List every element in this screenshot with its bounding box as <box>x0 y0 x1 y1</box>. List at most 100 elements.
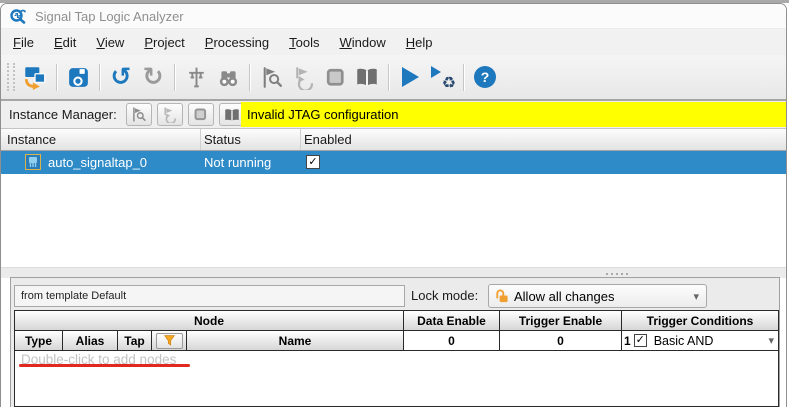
column-header-alias[interactable]: Alias <box>63 331 118 350</box>
open-padlock-icon <box>494 288 509 304</box>
trigger-condition-dropdown[interactable]: Basic AND ▾ <box>650 334 778 348</box>
compile-play-icon <box>431 66 441 78</box>
find-button[interactable] <box>213 62 243 92</box>
toolbar-separator <box>463 64 464 91</box>
menu-project[interactable]: Project <box>136 32 192 53</box>
run-analysis-button[interactable] <box>256 62 286 92</box>
instance-enabled-checkbox[interactable]: ✓ <box>306 155 320 169</box>
node-table-sub-header-row: Type Alias Tap Name 0 0 1 ✓ <box>15 331 778 351</box>
undo-icon: ↺ <box>111 65 132 90</box>
run-analysis-icon <box>130 106 147 123</box>
splitter-grip-icon <box>606 273 628 275</box>
check-icon: ✓ <box>636 335 645 346</box>
column-header-data-enable[interactable]: Data Enable <box>404 311 500 330</box>
template-info-box: from template Default <box>14 285 405 307</box>
trigger-condition-value: Basic AND <box>654 334 714 348</box>
help-question-glyph: ? <box>481 69 490 85</box>
lock-mode-value: Allow all changes <box>514 289 614 304</box>
stop-analysis-icon <box>192 106 209 123</box>
instance-manager-bar: Instance Manager: <box>1 101 786 129</box>
add-tap-icon <box>184 65 209 90</box>
read-data-button[interactable] <box>352 62 382 92</box>
instance-table-header: Instance Status Enabled <box>1 129 786 151</box>
column-header-enabled[interactable]: Enabled <box>304 129 352 150</box>
node-list-area[interactable]: Double-click to add nodes <box>15 351 778 406</box>
im-run-analysis-button[interactable] <box>126 103 152 126</box>
save-icon <box>66 65 91 90</box>
menu-help[interactable]: Help <box>398 32 441 53</box>
im-stop-analysis-button[interactable] <box>188 103 214 126</box>
group-header-node: Node <box>15 311 404 330</box>
column-header-tap[interactable]: Tap <box>118 331 152 350</box>
menu-window[interactable]: Window <box>331 32 393 53</box>
chevron-down-icon: ▾ <box>768 334 778 347</box>
lock-mode-dropdown[interactable]: Allow all changes ▾ <box>488 284 707 308</box>
main-toolbar: ↺ ↻ <box>1 55 786 101</box>
menu-tools[interactable]: Tools <box>281 32 327 53</box>
jtag-status-banner: Invalid JTAG configuration <box>241 102 786 127</box>
signal-tap-app-icon <box>9 7 27 25</box>
window-title: Signal Tap Logic Analyzer <box>35 9 184 24</box>
column-divider <box>300 129 301 150</box>
jtag-status-message: Invalid JTAG configuration <box>247 107 399 122</box>
column-header-trigger-conditions[interactable]: Trigger Conditions <box>622 311 778 330</box>
help-icon: ? <box>474 66 496 88</box>
save-button[interactable] <box>63 62 93 92</box>
play-icon <box>402 67 419 87</box>
stop-analysis-button[interactable] <box>320 62 350 92</box>
lock-mode-label: Lock mode: <box>411 288 478 303</box>
toolbar-grip-handle[interactable] <box>7 63 15 91</box>
instance-name: auto_signaltap_0 <box>48 151 147 174</box>
autorun-analysis-icon <box>161 106 178 123</box>
node-table-group-header-row: Node Data Enable Trigger Enable Trigger … <box>15 311 778 331</box>
signaltap-instance-icon <box>25 154 41 170</box>
title-bar: Signal Tap Logic Analyzer <box>1 4 786 29</box>
undo-button[interactable]: ↺ <box>106 62 136 92</box>
filter-cell <box>152 331 187 350</box>
read-data-book-icon <box>223 106 241 124</box>
menu-view[interactable]: View <box>88 32 132 53</box>
redo-icon: ↻ <box>143 65 164 90</box>
column-header-name[interactable]: Name <box>187 331 404 350</box>
im-autorun-analysis-button[interactable] <box>157 103 183 126</box>
setup-panel: from template Default Lock mode: Allow a… <box>10 277 780 407</box>
start-compilation-button[interactable]: ♻ <box>427 62 457 92</box>
menu-file[interactable]: File <box>5 32 42 53</box>
new-instance-button[interactable] <box>20 62 50 92</box>
column-header-instance[interactable]: Instance <box>7 129 56 150</box>
instance-status: Not running <box>204 151 271 174</box>
filter-funnel-icon <box>163 334 176 347</box>
autorun-analysis-button[interactable] <box>288 62 318 92</box>
redo-button[interactable]: ↻ <box>138 62 168 92</box>
toolbar-separator <box>174 64 175 91</box>
menu-bar: File Edit View Project Processing Tools … <box>1 29 786 55</box>
toolbar-separator <box>388 64 389 91</box>
filter-button[interactable] <box>156 333 183 349</box>
autorun-analysis-icon <box>291 65 316 90</box>
column-header-status[interactable]: Status <box>204 129 241 150</box>
add-tap-button[interactable] <box>181 62 211 92</box>
signal-tap-window: Signal Tap Logic Analyzer File Edit View… <box>0 3 787 407</box>
chevron-down-icon: ▾ <box>693 290 699 303</box>
help-button[interactable]: ? <box>470 62 500 92</box>
trigger-condition-checkbox[interactable]: ✓ <box>634 334 647 347</box>
instance-row-selected[interactable]: auto_signaltap_0 Not running ✓ <box>1 151 786 174</box>
trigger-condition-count: 1 <box>624 334 631 348</box>
new-instance-icon <box>22 64 48 90</box>
run-analysis-icon <box>259 65 284 90</box>
menu-edit[interactable]: Edit <box>46 32 84 53</box>
menu-processing[interactable]: Processing <box>197 32 277 53</box>
recycle-icon: ♻ <box>442 73 456 93</box>
instance-manager-label: Instance Manager: <box>9 107 117 122</box>
toolbar-separator <box>99 64 100 91</box>
toolbar-separator <box>56 64 57 91</box>
red-underline-annotation <box>19 364 190 367</box>
read-data-book-icon <box>354 64 380 90</box>
column-divider <box>200 129 201 150</box>
column-header-trigger-enable[interactable]: Trigger Enable <box>500 311 622 330</box>
data-enable-count: 0 <box>404 331 500 350</box>
node-table: Node Data Enable Trigger Enable Trigger … <box>14 310 779 407</box>
column-header-type[interactable]: Type <box>15 331 63 350</box>
start-compilation-icon: ♻ <box>429 64 455 90</box>
play-button[interactable] <box>395 62 425 92</box>
